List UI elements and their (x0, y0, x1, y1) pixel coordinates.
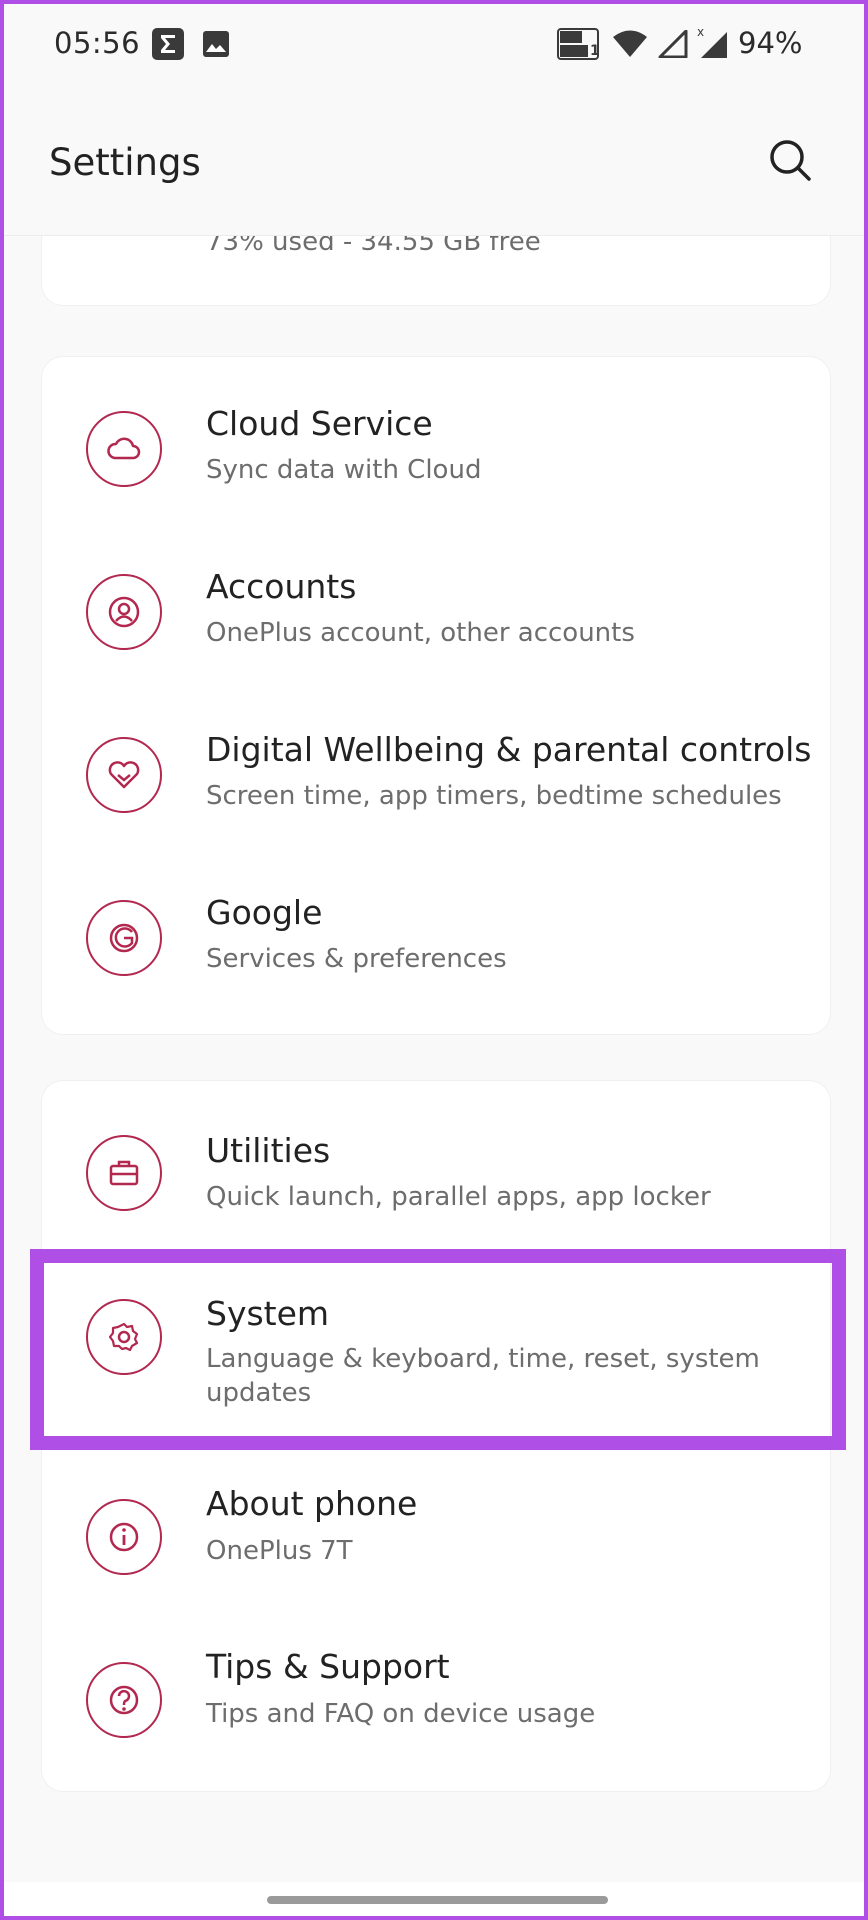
account-icon (86, 574, 162, 650)
list-item-accounts[interactable]: Accounts OnePlus account, other accounts (42, 520, 832, 683)
toolbox-icon (86, 1135, 162, 1211)
heart-icon (86, 737, 162, 813)
item-subtitle: Quick launch, parallel apps, app locker (206, 1182, 711, 1212)
status-time: 05:56 (54, 26, 141, 60)
battery-percent: 94% (738, 26, 803, 60)
list-item-digital-wellbeing[interactable]: Digital Wellbeing & parental controls Sc… (42, 683, 832, 846)
home-gesture-handle[interactable] (267, 1896, 608, 1904)
list-item-tips-support[interactable]: Tips & Support Tips and FAQ on device us… (42, 1607, 832, 1770)
volte-icon: 1 (557, 28, 600, 64)
wifi-icon (612, 30, 648, 62)
item-title: Tips & Support (206, 1647, 450, 1686)
list-item-utilities[interactable]: Utilities Quick launch, parallel apps, a… (42, 1081, 832, 1244)
search-icon[interactable] (766, 136, 814, 184)
info-icon (86, 1499, 162, 1575)
roaming-mark-text: x (697, 25, 704, 39)
item-subtitle: Screen time, app timers, bedtime schedul… (206, 781, 782, 811)
item-subtitle: OnePlus 7T (206, 1536, 353, 1566)
item-title: About phone (206, 1484, 418, 1523)
signal-icon (658, 29, 688, 62)
sigma-icon (152, 28, 184, 64)
cloud-icon (86, 411, 162, 487)
item-title: Google (206, 893, 323, 932)
list-item-cloud-service[interactable]: Cloud Service Sync data with Cloud (42, 357, 832, 520)
item-subtitle: OnePlus account, other accounts (206, 618, 635, 648)
navigation-bar (4, 1882, 864, 1916)
settings-group-1: Cloud Service Sync data with Cloud Accou… (41, 356, 831, 1035)
network-badge-text: 1 (590, 43, 599, 59)
item-title: Utilities (206, 1131, 331, 1170)
status-bar: 05:56 1 x 94% (4, 4, 864, 84)
item-subtitle: Sync data with Cloud (206, 455, 482, 485)
item-subtitle: Tips and FAQ on device usage (206, 1699, 596, 1729)
google-icon (86, 900, 162, 976)
app-header: Settings (4, 84, 864, 236)
item-title: Accounts (206, 567, 357, 606)
item-title: Cloud Service (206, 404, 433, 443)
item-title: Digital Wellbeing & parental controls (206, 730, 812, 769)
highlight-box (30, 1249, 846, 1450)
item-subtitle: Services & preferences (206, 944, 507, 974)
signal-roaming-icon: x (695, 24, 729, 64)
list-item-google[interactable]: Google Services & preferences (42, 846, 832, 1009)
screen: 05:56 1 x 94% Settings 73% used - 34.55 … (0, 0, 868, 1920)
page-title: Settings (49, 141, 201, 184)
help-icon (86, 1662, 162, 1738)
image-icon (202, 30, 230, 62)
list-item-about-phone[interactable]: About phone OnePlus 7T (42, 1444, 832, 1607)
